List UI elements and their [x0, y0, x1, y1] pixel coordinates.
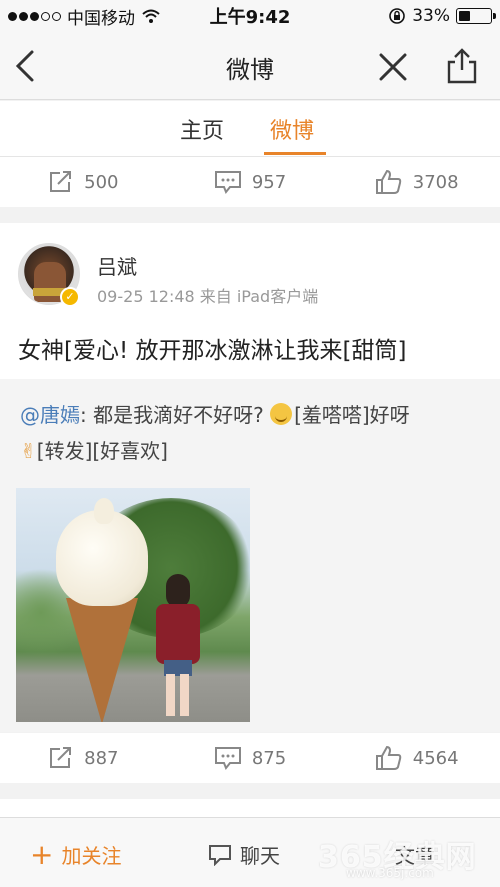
- post-meta: 09-25 12:48 来自 iPad客户端: [97, 287, 319, 306]
- thumbs-up-icon: [375, 169, 402, 194]
- repost-count: 500: [84, 171, 119, 193]
- tab-home[interactable]: 主页: [180, 113, 224, 145]
- watermark-url: www.365j.com: [346, 866, 434, 880]
- previous-post-stats: 500 957 3708: [0, 157, 500, 207]
- battery-icon: [456, 8, 496, 24]
- repost-text-part3: [转发][好喜欢]: [36, 439, 168, 463]
- repost-button[interactable]: 887: [0, 733, 167, 783]
- repost-box[interactable]: @唐嫣: 都是我滴好不好呀? [羞嗒嗒]好呀 ✌[转发][好喜欢]: [0, 379, 500, 732]
- tab-bar: 主页 微博: [0, 101, 500, 157]
- repost-icon: [50, 171, 72, 192]
- like-button[interactable]: 3708: [333, 157, 500, 207]
- next-card: [0, 799, 500, 817]
- repost-text-part1: : 都是我滴好不好呀?: [80, 403, 271, 427]
- close-icon[interactable]: [376, 50, 410, 84]
- repost-text: @唐嫣: 都是我滴好不好呀? [羞嗒嗒]好呀 ✌[转发][好喜欢]: [20, 397, 490, 469]
- comment-count: 875: [251, 747, 287, 769]
- repost-button[interactable]: 500: [0, 157, 167, 207]
- chat-icon: [209, 844, 231, 866]
- comment-icon: [214, 747, 241, 770]
- like-count: 4564: [412, 747, 459, 769]
- share-icon[interactable]: [444, 46, 480, 86]
- mention-link[interactable]: @唐嫣: [20, 403, 80, 427]
- post-photo[interactable]: [16, 488, 250, 722]
- thumbs-up-icon: [375, 745, 402, 770]
- comment-button[interactable]: 957: [167, 157, 334, 207]
- rotation-lock-icon: [389, 8, 406, 24]
- plus-icon: +: [30, 837, 54, 871]
- like-button[interactable]: 4564: [333, 733, 500, 783]
- victory-hand-icon: ✌: [20, 439, 37, 463]
- page-title: 微博: [226, 56, 274, 84]
- user-name[interactable]: 吕斌: [97, 251, 137, 280]
- post-stats: 887 875 4564: [0, 733, 500, 783]
- comment-button[interactable]: 875: [167, 733, 334, 783]
- comment-count: 957: [251, 171, 287, 193]
- tab-weibo[interactable]: 微博: [270, 113, 314, 145]
- repost-count: 887: [84, 747, 119, 769]
- verified-badge-icon: ✓: [60, 287, 80, 307]
- follow-button[interactable]: + 加关注: [30, 840, 121, 869]
- repost-icon: [50, 747, 72, 768]
- status-right: 33%: [388, 6, 496, 26]
- battery-percent: 33%: [412, 6, 450, 26]
- chat-label: 聊天: [240, 844, 280, 868]
- chat-button[interactable]: 聊天: [208, 840, 280, 869]
- status-bar: 中国移动 上午9:42 33%: [0, 0, 500, 32]
- repost-text-part2: [羞嗒嗒]好呀: [294, 403, 410, 427]
- comment-icon: [214, 171, 241, 194]
- nav-bar: 微博: [0, 32, 500, 100]
- follow-label: 加关注: [61, 844, 122, 868]
- tab-active-indicator: [264, 152, 326, 155]
- like-count: 3708: [412, 171, 459, 193]
- shy-emoji-icon: [270, 403, 293, 425]
- post-text: 女神[爱心! 放开那冰激淋让我来[甜筒]: [18, 338, 407, 364]
- post-card: ✓ 吕斌 09-25 12:48 来自 iPad客户端 女神[爱心! 放开那冰激…: [0, 223, 500, 379]
